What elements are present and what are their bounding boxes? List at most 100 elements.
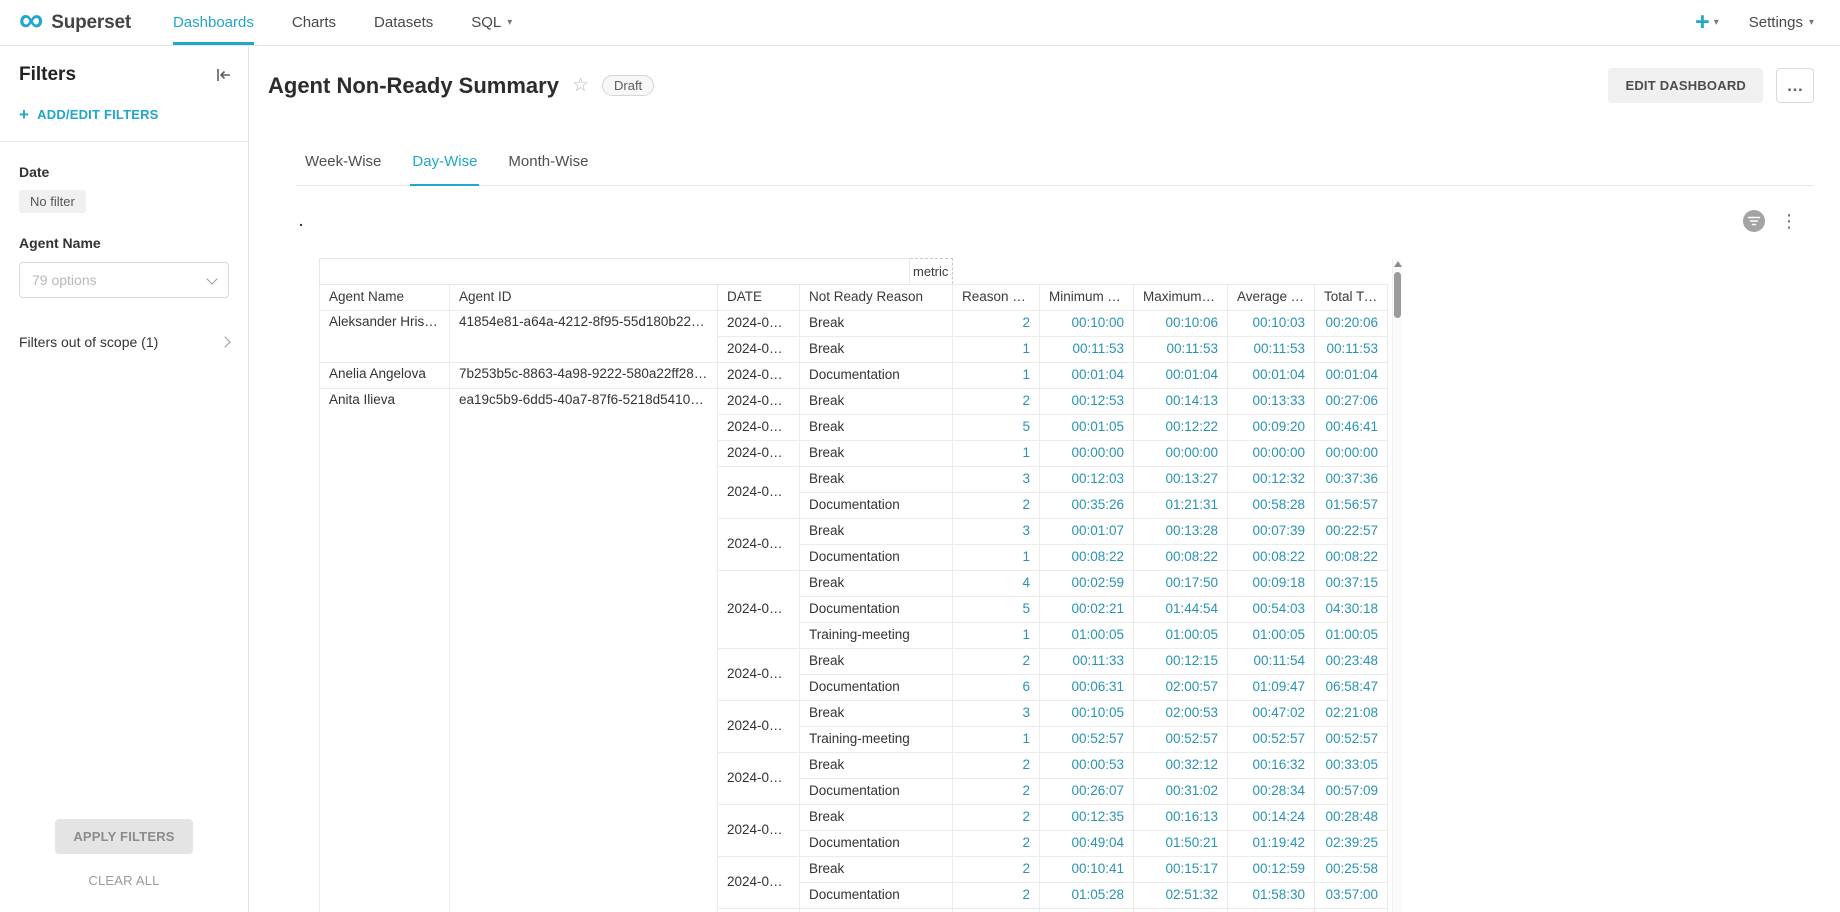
total-time-cell[interactable]: 00:20:06 — [1315, 311, 1388, 337]
min-time-cell[interactable]: 00:12:03 — [1040, 467, 1134, 493]
reason-count-cell[interactable]: 1 — [953, 441, 1040, 467]
total-time-cell[interactable]: 00:52:57 — [1315, 727, 1388, 753]
total-time-cell[interactable]: 04:30:18 — [1315, 597, 1388, 623]
min-time-cell[interactable]: 00:00:53 — [1040, 753, 1134, 779]
reason-count-cell[interactable]: 2 — [953, 831, 1040, 857]
min-time-cell[interactable]: 00:12:53 — [1040, 389, 1134, 415]
total-time-cell[interactable]: 00:46:41 — [1315, 415, 1388, 441]
nav-item-charts[interactable]: Charts — [292, 0, 336, 45]
avg-time-cell[interactable]: 00:16:32 — [1228, 753, 1315, 779]
min-time-cell[interactable]: 00:49:04 — [1040, 831, 1134, 857]
total-time-cell[interactable]: 00:57:09 — [1315, 779, 1388, 805]
reason-count-cell[interactable]: 3 — [953, 909, 1040, 912]
avg-time-cell[interactable]: 00:10:03 — [1228, 311, 1315, 337]
reason-count-cell[interactable]: 4 — [953, 571, 1040, 597]
max-time-cell[interactable]: 00:13:27 — [1134, 467, 1228, 493]
avg-time-cell[interactable]: 00:28:34 — [1228, 779, 1315, 805]
reason-count-cell[interactable]: 2 — [953, 883, 1040, 909]
min-time-cell[interactable]: 00:01:04 — [1040, 363, 1134, 389]
favorite-star-icon[interactable]: ☆ — [572, 74, 589, 97]
avg-time-cell[interactable]: 00:14:24 — [1228, 805, 1315, 831]
avg-time-cell[interactable]: 00:11:54 — [1228, 649, 1315, 675]
reason-count-cell[interactable]: 3 — [953, 519, 1040, 545]
reason-count-cell[interactable]: 2 — [953, 779, 1040, 805]
max-time-cell[interactable]: 00:52:57 — [1134, 727, 1228, 753]
min-time-cell[interactable]: 00:10:05 — [1040, 701, 1134, 727]
reason-count-cell[interactable]: 1 — [953, 363, 1040, 389]
avg-time-cell[interactable]: 00:12:32 — [1228, 467, 1315, 493]
reason-count-cell[interactable]: 1 — [953, 727, 1040, 753]
max-time-cell[interactable]: 00:08:22 — [1134, 545, 1228, 571]
min-time-cell[interactable]: 01:05:28 — [1040, 883, 1134, 909]
max-time-cell[interactable]: 00:12:15 — [1134, 649, 1228, 675]
total-time-cell[interactable]: 00:28:48 — [1315, 805, 1388, 831]
reason-count-cell[interactable]: 2 — [953, 805, 1040, 831]
avg-time-cell[interactable]: 00:13:09 — [1228, 909, 1315, 912]
total-time-cell[interactable]: 00:27:06 — [1315, 389, 1388, 415]
max-time-cell[interactable]: 00:14:13 — [1134, 389, 1228, 415]
min-time-cell[interactable]: 00:10:00 — [1040, 311, 1134, 337]
more-options-button[interactable]: … — [1776, 68, 1814, 103]
max-time-cell[interactable]: 00:01:04 — [1134, 363, 1228, 389]
kebab-menu-icon[interactable]: ⋮ — [1780, 212, 1798, 230]
min-time-cell[interactable]: 01:00:05 — [1040, 623, 1134, 649]
avg-time-cell[interactable]: 01:00:05 — [1228, 623, 1315, 649]
total-time-cell[interactable]: 03:57:00 — [1315, 883, 1388, 909]
min-time-cell[interactable]: 00:01:05 — [1040, 415, 1134, 441]
avg-time-cell[interactable]: 00:12:59 — [1228, 857, 1315, 883]
max-time-cell[interactable]: 00:17:50 — [1134, 571, 1228, 597]
max-time-cell[interactable]: 00:10:06 — [1134, 311, 1228, 337]
agent-name-select[interactable]: 79 options — [19, 262, 229, 298]
total-time-cell[interactable]: 01:56:57 — [1315, 493, 1388, 519]
tab-day-wise[interactable]: Day-Wise — [410, 143, 479, 186]
avg-time-cell[interactable]: 00:00:00 — [1228, 441, 1315, 467]
total-time-cell[interactable]: 00:25:58 — [1315, 857, 1388, 883]
avg-time-cell[interactable]: 00:09:18 — [1228, 571, 1315, 597]
nav-item-sql[interactable]: SQL ▾ — [471, 0, 512, 45]
total-time-cell[interactable]: 00:33:05 — [1315, 753, 1388, 779]
reason-count-cell[interactable]: 2 — [953, 389, 1040, 415]
total-time-cell[interactable]: 00:11:53 — [1315, 337, 1388, 363]
min-time-cell[interactable]: 00:06:31 — [1040, 675, 1134, 701]
max-time-cell[interactable]: 01:00:05 — [1134, 623, 1228, 649]
avg-time-cell[interactable]: 00:11:53 — [1228, 337, 1315, 363]
max-time-cell[interactable]: 00:12:22 — [1134, 415, 1228, 441]
avg-time-cell[interactable]: 01:19:42 — [1228, 831, 1315, 857]
max-time-cell[interactable]: 00:32:12 — [1134, 753, 1228, 779]
max-time-cell[interactable]: 00:16:13 — [1134, 805, 1228, 831]
avg-time-cell[interactable]: 00:52:57 — [1228, 727, 1315, 753]
min-time-cell[interactable]: 00:10:41 — [1040, 857, 1134, 883]
max-time-cell[interactable]: 01:44:54 — [1134, 597, 1228, 623]
avg-time-cell[interactable]: 00:54:03 — [1228, 597, 1315, 623]
applied-filters-icon[interactable] — [1743, 210, 1765, 232]
max-time-cell[interactable]: 00:15:17 — [1134, 857, 1228, 883]
max-time-cell[interactable]: 01:21:31 — [1134, 493, 1228, 519]
table-scrollbar[interactable] — [1392, 258, 1402, 912]
avg-time-cell[interactable]: 00:58:28 — [1228, 493, 1315, 519]
add-edit-filters-button[interactable]: + ADD/EDIT FILTERS — [19, 106, 229, 123]
total-time-cell[interactable]: 00:39:27 — [1315, 909, 1388, 912]
max-time-cell[interactable]: 00:31:02 — [1134, 779, 1228, 805]
clear-all-button[interactable]: CLEAR ALL — [88, 873, 159, 888]
tab-week-wise[interactable]: Week-Wise — [303, 143, 383, 186]
reason-count-cell[interactable]: 5 — [953, 597, 1040, 623]
min-time-cell[interactable]: 00:11:33 — [1040, 649, 1134, 675]
min-time-cell[interactable]: 00:02:21 — [1040, 597, 1134, 623]
max-time-cell[interactable]: 02:51:32 — [1134, 883, 1228, 909]
total-time-cell[interactable]: 00:37:36 — [1315, 467, 1388, 493]
reason-count-cell[interactable]: 6 — [953, 675, 1040, 701]
reason-count-cell[interactable]: 2 — [953, 493, 1040, 519]
filters-out-of-scope-toggle[interactable]: Filters out of scope (1) — [19, 334, 232, 350]
avg-time-cell[interactable]: 00:09:20 — [1228, 415, 1315, 441]
avg-time-cell[interactable]: 01:58:30 — [1228, 883, 1315, 909]
max-time-cell[interactable]: 02:00:53 — [1134, 701, 1228, 727]
min-time-cell[interactable]: 00:01:07 — [1040, 519, 1134, 545]
reason-count-cell[interactable]: 5 — [953, 415, 1040, 441]
reason-count-cell[interactable]: 1 — [953, 545, 1040, 571]
avg-time-cell[interactable]: 00:01:04 — [1228, 363, 1315, 389]
nav-item-dashboards[interactable]: Dashboards — [173, 0, 254, 45]
reason-count-cell[interactable]: 2 — [953, 649, 1040, 675]
tab-month-wise[interactable]: Month-Wise — [506, 143, 590, 186]
avg-time-cell[interactable]: 00:47:02 — [1228, 701, 1315, 727]
new-item-button[interactable]: + ▾ — [1695, 10, 1719, 35]
